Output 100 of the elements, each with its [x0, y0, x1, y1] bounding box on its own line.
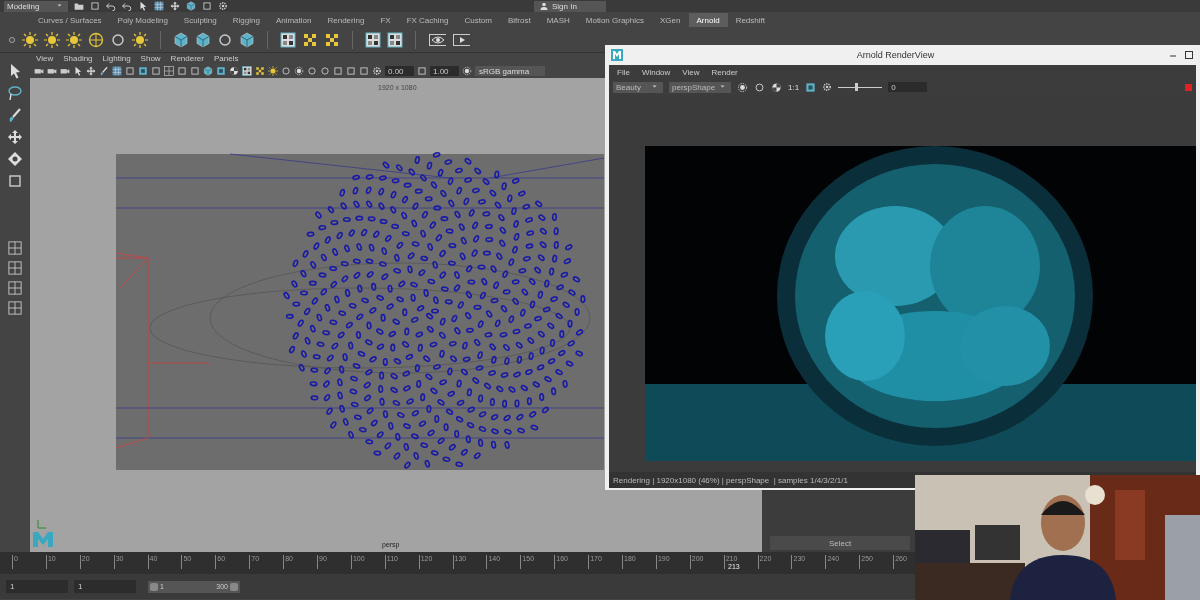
start-frame-field[interactable]: 1	[6, 580, 68, 593]
layout-icon[interactable]	[8, 301, 22, 315]
frame-icon[interactable]	[138, 66, 148, 76]
shelf-tab[interactable]: Custom	[456, 13, 500, 27]
play-icon[interactable]	[452, 32, 470, 48]
cube-icon[interactable]	[173, 32, 189, 48]
sign-in-button[interactable]: Sign In	[534, 0, 606, 12]
shelf-tab[interactable]: Rendering	[319, 13, 373, 27]
color-space-dropdown[interactable]: sRGB gamma	[475, 66, 545, 76]
square-icon[interactable]	[7, 173, 23, 189]
lasso-icon[interactable]	[7, 85, 23, 101]
grid-icon[interactable]	[112, 66, 122, 76]
pattern-icon[interactable]	[255, 66, 265, 76]
shelf-tab[interactable]: Motion Graphics	[577, 13, 653, 27]
gear-icon[interactable]	[372, 66, 382, 76]
pattern-icon[interactable]	[302, 32, 318, 48]
menu-item[interactable]: View	[36, 54, 54, 63]
menu-item[interactable]: Window	[641, 67, 671, 77]
menu-item[interactable]: Lighting	[102, 54, 131, 63]
shelf-tab[interactable]: Curves / Surfaces	[30, 13, 110, 27]
menu-item[interactable]: Renderer	[170, 54, 204, 63]
shelf-tab[interactable]: MASH	[538, 13, 578, 27]
globe-icon[interactable]	[88, 32, 104, 48]
person-icon[interactable]	[540, 2, 548, 10]
gamma-field[interactable]: 1.00	[430, 66, 459, 76]
shelf-tab[interactable]: Bifrost	[500, 13, 539, 27]
cube-icon[interactable]	[186, 1, 196, 11]
shelf-tab[interactable]: Redshift	[727, 13, 773, 27]
pointer-icon[interactable]	[138, 1, 148, 11]
pie-icon[interactable]	[229, 66, 239, 76]
checker-icon[interactable]	[242, 66, 252, 76]
circle-icon[interactable]	[281, 66, 291, 76]
menu-item[interactable]: Shading	[63, 54, 93, 63]
sun-icon[interactable]	[22, 32, 38, 48]
select-button[interactable]: Select	[770, 536, 910, 550]
brush-icon[interactable]	[7, 107, 23, 123]
brush-icon[interactable]	[99, 66, 109, 76]
square-icon[interactable]	[346, 66, 356, 76]
sun-icon[interactable]	[44, 32, 60, 48]
undo-icon[interactable]	[106, 1, 116, 11]
square-icon[interactable]	[151, 66, 161, 76]
diamond-icon[interactable]	[7, 151, 23, 167]
shelf-tab[interactable]: Poly Modeling	[109, 13, 176, 27]
record-icon[interactable]	[462, 66, 472, 76]
pie-icon[interactable]	[771, 81, 782, 93]
sun-icon[interactable]	[132, 32, 148, 48]
exposure-field[interactable]: 0	[888, 82, 928, 92]
slider-thumb[interactable]	[854, 83, 858, 91]
square-icon[interactable]	[177, 66, 187, 76]
exposure-field[interactable]: 0.00	[385, 66, 414, 76]
shelf-tab[interactable]: FX	[372, 13, 399, 27]
move-icon[interactable]	[170, 1, 180, 11]
pointer-icon[interactable]	[73, 66, 83, 76]
aov-dropdown[interactable]: Beauty	[613, 81, 663, 93]
camera-dropdown[interactable]: perspShape	[669, 81, 731, 93]
grid-icon[interactable]	[154, 1, 164, 11]
cube-icon[interactable]	[195, 32, 211, 48]
cube-icon[interactable]	[203, 66, 213, 76]
cube-icon[interactable]	[239, 32, 255, 48]
eye-icon[interactable]	[428, 32, 446, 48]
camera-icon[interactable]	[34, 66, 44, 76]
shelf-tab[interactable]: Rigging	[224, 13, 268, 27]
shelf-tab[interactable]: Animation	[267, 13, 320, 27]
square-icon[interactable]	[202, 1, 212, 11]
sun-icon[interactable]	[66, 32, 82, 48]
current-frame-field[interactable]: 1	[74, 580, 136, 593]
menu-item[interactable]: Render	[711, 67, 738, 77]
square-icon[interactable]	[359, 66, 369, 76]
shelf-tab[interactable]: Arnold	[688, 13, 728, 27]
menu-item[interactable]: Panels	[213, 54, 239, 63]
move-icon[interactable]	[7, 129, 23, 145]
square-icon[interactable]	[417, 66, 427, 76]
square-icon[interactable]	[190, 66, 200, 76]
gear-icon[interactable]	[218, 1, 228, 11]
checker-icon[interactable]	[280, 32, 296, 48]
menu-item[interactable]: View	[682, 67, 700, 77]
shelf-tab[interactable]: XGen	[652, 13, 689, 27]
zoom-button[interactable]: 1:1	[788, 82, 800, 92]
camera-icon[interactable]	[47, 66, 57, 76]
layout-icon[interactable]	[164, 66, 174, 76]
circle-icon[interactable]	[320, 66, 330, 76]
record-icon[interactable]	[294, 66, 304, 76]
record-icon[interactable]	[737, 81, 748, 93]
maximize-icon[interactable]	[1184, 50, 1194, 60]
camera-icon[interactable]	[60, 66, 70, 76]
circle-icon[interactable]	[307, 66, 317, 76]
menu-item[interactable]: Show	[140, 54, 161, 63]
move-icon[interactable]	[86, 66, 96, 76]
frame-icon[interactable]	[216, 66, 226, 76]
frame-icon[interactable]	[805, 81, 817, 93]
pattern-icon[interactable]	[324, 32, 340, 48]
workspace-dropdown[interactable]: Modeling	[4, 0, 68, 12]
circle-icon[interactable]	[754, 81, 765, 93]
checker-icon[interactable]	[365, 32, 381, 48]
square-icon[interactable]	[90, 1, 100, 11]
circle-icon[interactable]	[8, 36, 16, 44]
shelf-tab[interactable]: Sculpting	[175, 13, 225, 27]
shelf-tab[interactable]: FX Caching	[398, 13, 457, 27]
circle-icon[interactable]	[217, 32, 233, 48]
square-icon[interactable]	[125, 66, 135, 76]
